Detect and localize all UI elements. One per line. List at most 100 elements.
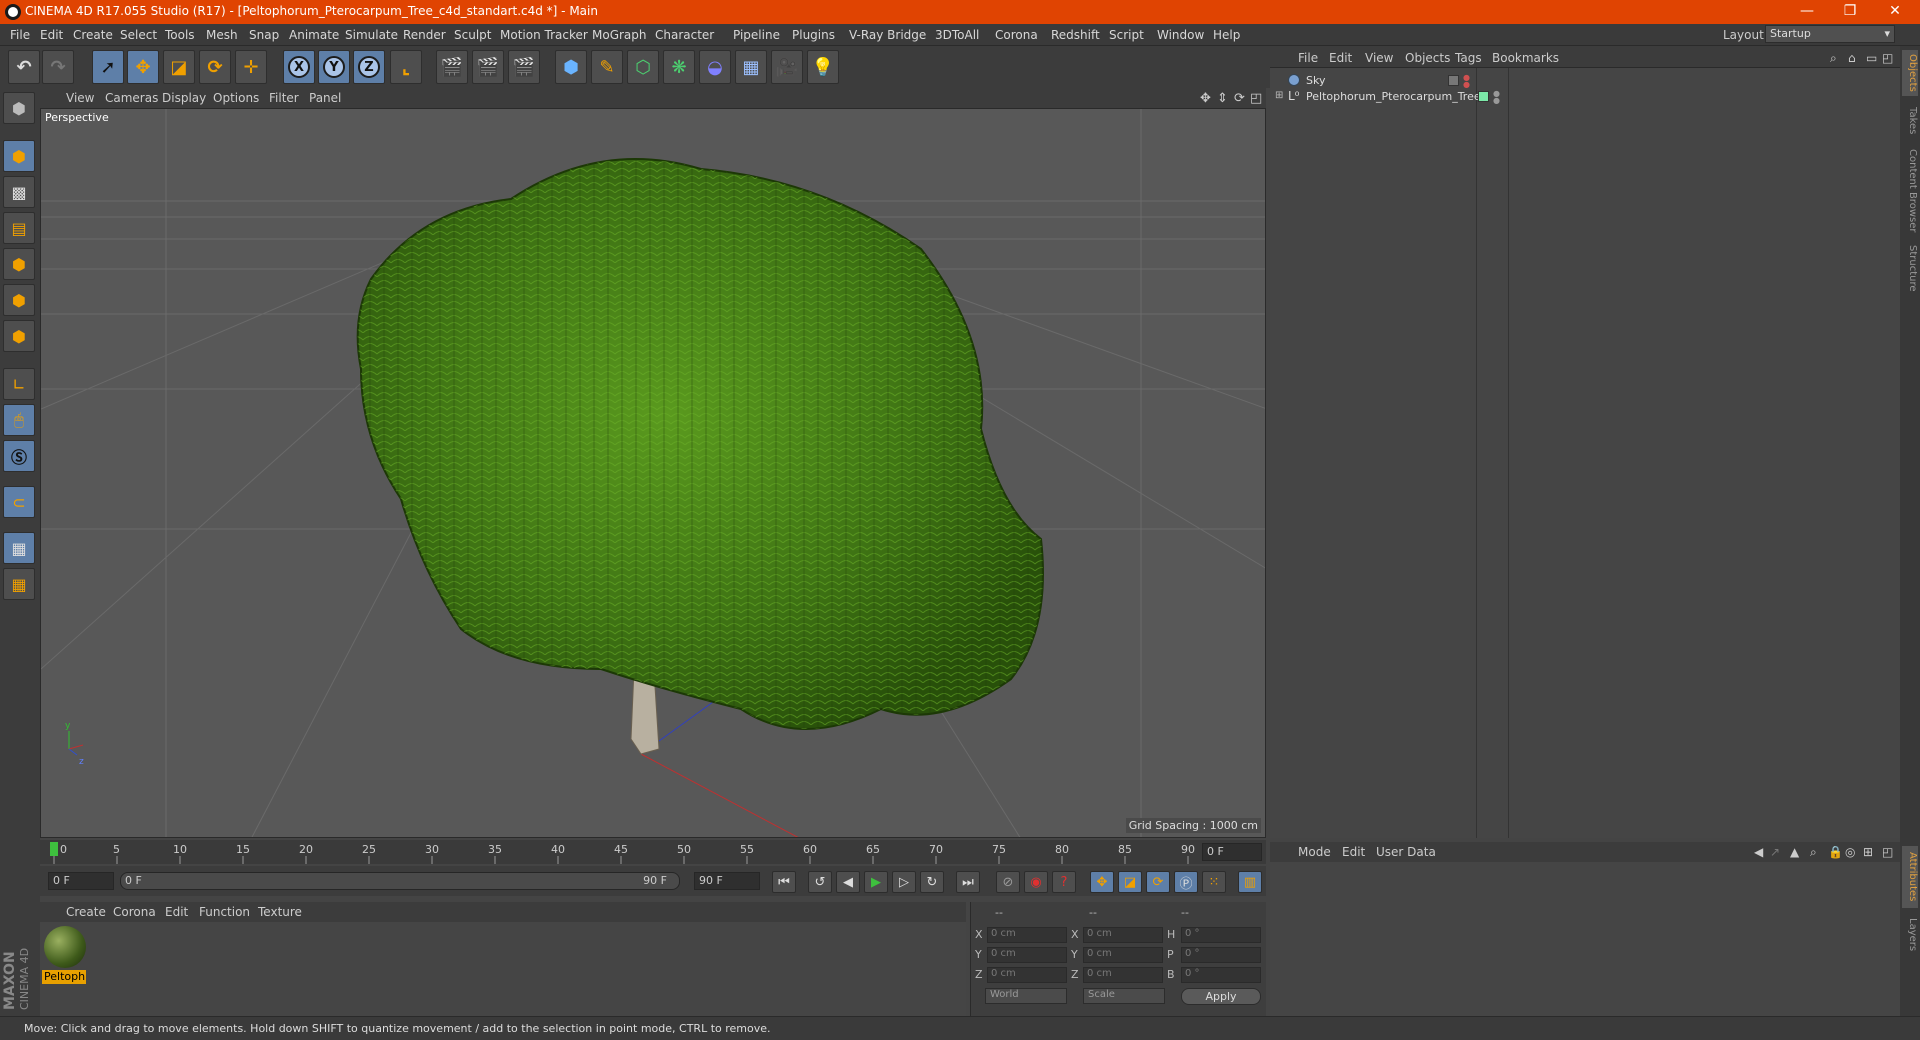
rotation-h-field[interactable]: 0 ° <box>1181 927 1261 943</box>
objects-menu-edit[interactable]: Edit <box>1329 51 1352 65</box>
viewport-nav-maximize-icon[interactable]: ◰ <box>1250 91 1262 106</box>
position-y-field[interactable]: 0 cm <box>987 947 1067 963</box>
make-editable-button[interactable]: ⬢ <box>3 92 35 124</box>
axis-mode-button[interactable]: ∟ <box>3 368 35 400</box>
viewport-menu-panel[interactable]: Panel <box>309 91 341 105</box>
visibility-dots-icon[interactable]: ● ● <box>1463 74 1470 89</box>
live-selection-button[interactable]: ➚ <box>92 50 124 84</box>
back-arrow-icon[interactable]: ◀ <box>1754 845 1763 859</box>
menu-pipeline[interactable]: Pipeline <box>733 28 780 42</box>
up-arrow-icon[interactable]: ↗ <box>1770 845 1780 859</box>
object-manager-maximize-icon[interactable]: ◰ <box>1882 51 1893 65</box>
viewport-menu-options[interactable]: Options <box>213 91 259 105</box>
menu-mograph[interactable]: MoGraph <box>592 28 647 42</box>
key-scale-button[interactable]: ◪ <box>1118 871 1142 893</box>
pen-button[interactable]: ✎ <box>591 50 623 84</box>
tab-structure[interactable]: Structure <box>1902 242 1918 294</box>
objects-menu-tags[interactable]: Tags <box>1455 51 1482 65</box>
previous-frame-button[interactable]: ◀ <box>836 871 860 893</box>
start-frame-field[interactable]: 0 F <box>48 872 114 890</box>
viewport-nav-zoom-icon[interactable]: ⇕ <box>1217 91 1228 106</box>
tab-attributes[interactable]: Attributes <box>1902 846 1918 908</box>
material-menu-corona[interactable]: Corona <box>113 905 156 919</box>
deformer-button[interactable]: ◒ <box>699 50 731 84</box>
material-menu-function[interactable]: Function <box>199 905 250 919</box>
cursor-icon[interactable]: ▲ <box>1790 845 1799 859</box>
menu-plugins[interactable]: Plugins <box>792 28 835 42</box>
undo-button[interactable]: ↶ <box>8 50 40 84</box>
search-icon[interactable]: ⌕ <box>1830 51 1837 66</box>
rotation-b-field[interactable]: 0 ° <box>1181 967 1261 983</box>
camera-button[interactable]: 🎥 <box>771 50 803 84</box>
menu-help[interactable]: Help <box>1213 28 1240 42</box>
tab-objects[interactable]: Objects <box>1902 50 1918 96</box>
key-rotation-button[interactable]: ⟳ <box>1146 871 1170 893</box>
rotate-button[interactable]: ⟳ <box>199 50 231 84</box>
menu-file[interactable]: File <box>10 28 30 42</box>
menu-script[interactable]: Script <box>1109 28 1144 42</box>
menu-animate[interactable]: Animate <box>289 28 339 42</box>
x-axis-button[interactable]: X <box>283 50 315 84</box>
material-menu-texture[interactable]: Texture <box>258 905 302 919</box>
points-mode-button[interactable]: ⬢ <box>3 248 35 280</box>
menu-vray-bridge[interactable]: V-Ray Bridge <box>849 28 926 42</box>
snap-button[interactable]: Ⓢ <box>3 440 35 472</box>
menu-edit[interactable]: Edit <box>40 28 63 42</box>
key-pla-button[interactable]: ⁙ <box>1202 871 1226 893</box>
tab-content-browser[interactable]: Content Browser <box>1902 146 1918 236</box>
position-x-field[interactable]: 0 cm <box>987 927 1067 943</box>
viewport-nav-move-icon[interactable]: ✥ <box>1200 91 1211 106</box>
cloner-button[interactable]: ❋ <box>663 50 695 84</box>
render-settings-button[interactable]: 🎬 <box>508 50 540 84</box>
tab-layers[interactable]: Layers <box>1902 912 1918 958</box>
subdivision-button[interactable]: ⬡ <box>627 50 659 84</box>
target-icon[interactable]: ◎ <box>1845 845 1855 859</box>
key-position-button[interactable]: ✥ <box>1090 871 1114 893</box>
menu-redshift[interactable]: Redshift <box>1051 28 1100 42</box>
menu-simulate[interactable]: Simulate <box>345 28 398 42</box>
redo-button[interactable]: ↷ <box>42 50 74 84</box>
restore-button[interactable]: ❐ <box>1835 2 1865 22</box>
apply-button[interactable]: Apply <box>1181 988 1261 1005</box>
transform-button[interactable]: ✛ <box>235 50 267 84</box>
frame-range-slider[interactable]: 0 F 90 F <box>120 872 680 890</box>
viewport-nav-rotate-icon[interactable]: ⟳ <box>1234 91 1245 106</box>
edges-mode-button[interactable]: ⬢ <box>3 284 35 316</box>
size-y-field[interactable]: 0 cm <box>1083 947 1163 963</box>
layer-color-icon[interactable] <box>1478 91 1489 102</box>
go-to-end-button[interactable]: ⏭ <box>956 871 980 893</box>
z-axis-button[interactable]: Z <box>353 50 385 84</box>
material-item[interactable]: Peltoph <box>40 922 90 986</box>
timeline-ruler[interactable]: 0 5 10 15 20 25 30 35 40 45 50 55 60 65 … <box>40 840 1266 864</box>
tweak-mode-button[interactable]: 🖱 <box>3 404 35 436</box>
lock-icon[interactable]: 🔒 <box>1828 845 1843 859</box>
render-view-button[interactable]: 🎬 <box>436 50 468 84</box>
layout-select[interactable]: Startup ▾ <box>1765 25 1895 43</box>
viewport-menu-view[interactable]: View <box>66 91 94 105</box>
menu-sculpt[interactable]: Sculpt <box>454 28 491 42</box>
viewport-menu-cameras[interactable]: Cameras <box>105 91 158 105</box>
keyframe-selection-button[interactable]: ? <box>1052 871 1076 893</box>
object-row-tree[interactable]: ⊞ L⁰ Peltophorum_Pterocarpum_Tree ● ● <box>1270 88 1900 106</box>
attributes-menu-mode[interactable]: Mode <box>1298 845 1331 859</box>
render-picture-viewer-button[interactable]: 🎬 <box>472 50 504 84</box>
size-mode-select[interactable]: Scale <box>1083 988 1165 1004</box>
magnet-button[interactable]: ⊂ <box>3 486 35 518</box>
cube-button[interactable]: ⬢ <box>555 50 587 84</box>
menu-create[interactable]: Create <box>73 28 113 42</box>
objects-menu-bookmarks[interactable]: Bookmarks <box>1492 51 1559 65</box>
attributes-menu-user-data[interactable]: User Data <box>1376 845 1436 859</box>
texture-mode-button[interactable]: ▩ <box>3 176 35 208</box>
menu-corona[interactable]: Corona <box>995 28 1038 42</box>
menu-window[interactable]: Window <box>1157 28 1204 42</box>
objects-menu-objects[interactable]: Objects <box>1405 51 1450 65</box>
key-parameter-button[interactable]: Ⓟ <box>1174 871 1198 893</box>
viewport-menu-display[interactable]: Display <box>162 91 206 105</box>
attributes-menu-edit[interactable]: Edit <box>1342 845 1365 859</box>
objects-menu-view[interactable]: View <box>1365 51 1393 65</box>
material-menu-create[interactable]: Create <box>66 905 106 919</box>
coordinate-system-button[interactable]: ⌞ <box>390 50 422 84</box>
attributes-maximize-icon[interactable]: ◰ <box>1882 845 1893 859</box>
layer-icon[interactable] <box>1448 75 1459 86</box>
play-button[interactable]: ▶ <box>864 871 888 893</box>
